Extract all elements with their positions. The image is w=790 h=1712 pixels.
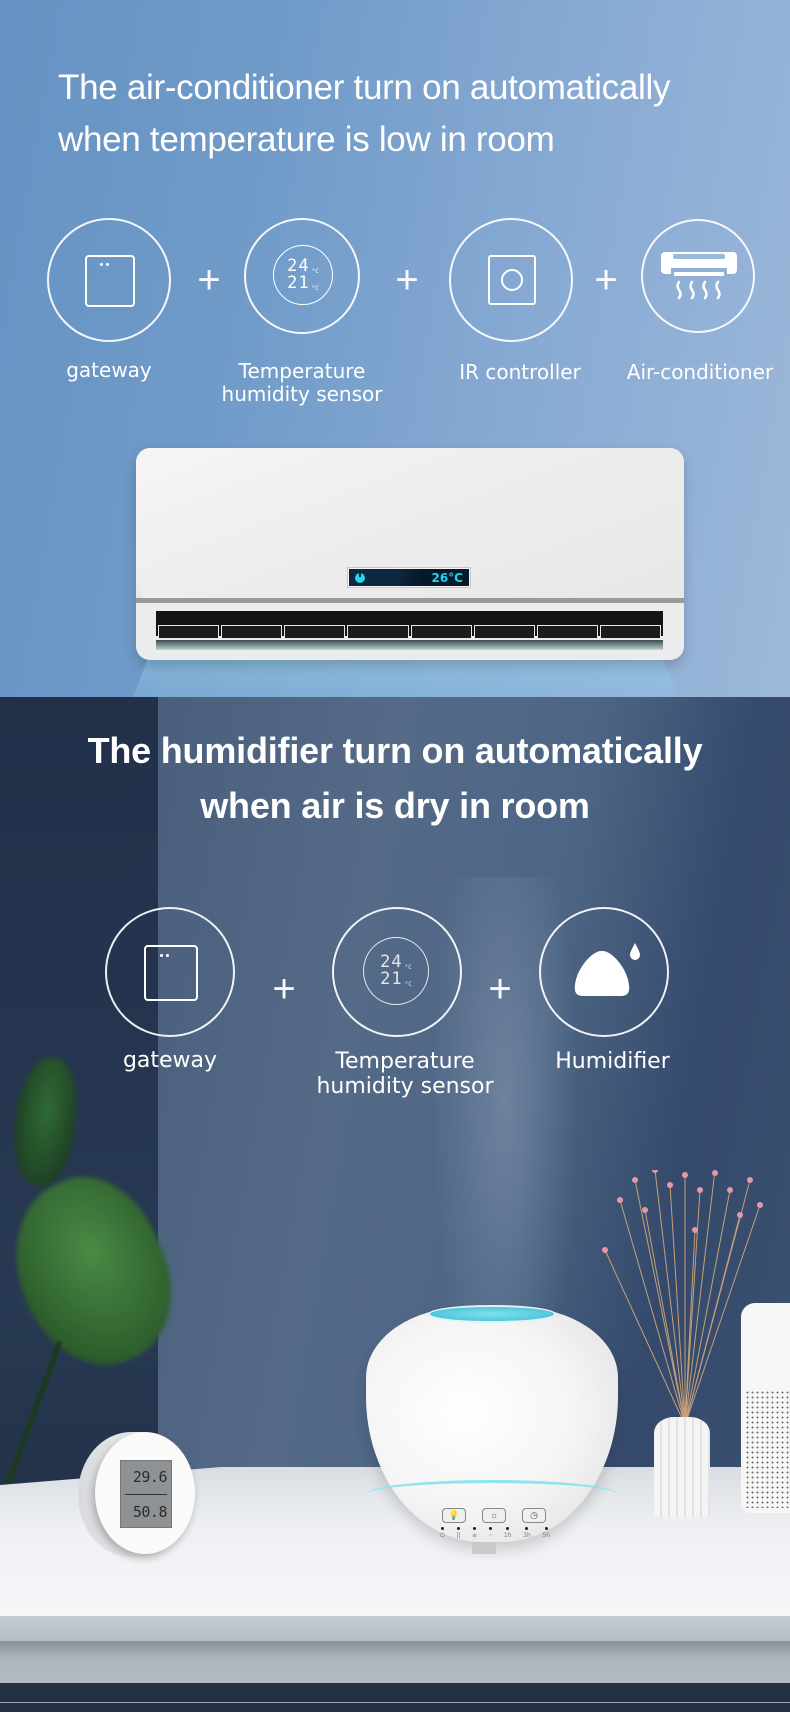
gateway-icon [85, 255, 135, 307]
plus-connector: + [594, 258, 618, 302]
cool-air-beam [133, 655, 678, 697]
plus-connector: + [272, 967, 296, 1011]
air-conditioner-scenario-section: The air-conditioner turn on automaticall… [0, 0, 790, 697]
temperature-humidity-sensor-icon: 24 °C 21 °C [363, 937, 429, 1005]
air-conditioner-device-circle [641, 219, 755, 333]
ac-louvers [158, 625, 661, 639]
temperature-humidity-sensor-icon: 24 °C 21 °C [273, 245, 333, 305]
plus-connector: + [395, 258, 419, 302]
gateway-device-circle [47, 218, 171, 342]
gateway-label: gateway [66, 358, 152, 382]
air-conditioner-icon [661, 252, 737, 300]
humidifier-indicators: ⏻ || ≡ ◦ 1h 3h 5h [440, 1527, 550, 1540]
humidifier-device-circle [539, 907, 669, 1037]
ir-controller-device-circle [449, 218, 573, 342]
sensor-device-circle: 24 °C 21 °C [244, 218, 360, 334]
air-conditioner-unit-illustration: 26°C [136, 448, 684, 660]
white-vase [654, 1417, 710, 1518]
timer-button[interactable]: ◷ [522, 1508, 546, 1523]
humidifier-control-panel: 💡 ☼ ◷ [442, 1508, 546, 1523]
ac-scenario-headline: The air-conditioner turn on automaticall… [58, 68, 671, 159]
ir-controller-label: IR controller [459, 360, 581, 384]
gateway-device-circle [105, 907, 235, 1037]
ac-temperature-display: 26°C [348, 568, 470, 587]
plus-connector: + [488, 967, 512, 1011]
ac-temperature-value: 26°C [431, 570, 463, 585]
air-conditioner-label: Air-conditioner [626, 360, 774, 384]
plus-connector: + [197, 258, 221, 302]
gateway-icon [144, 945, 198, 1001]
humidifier-mist-outlet [428, 1305, 556, 1323]
sensor-device-circle: 24 °C 21 °C [332, 907, 462, 1037]
light-button[interactable]: 💡 [442, 1508, 466, 1523]
sensor-lcd-display: 29.6 50.8 [120, 1460, 172, 1528]
brightness-button[interactable]: ☼ [482, 1508, 506, 1523]
humidifier-label: Humidifier [555, 1049, 670, 1074]
power-icon [355, 570, 365, 583]
sensor-label: Temperature humidity sensor [221, 359, 383, 406]
gateway-label: gateway [122, 1048, 218, 1073]
humidifier-scenario-headline: The humidifier turn on automatically whe… [87, 730, 703, 826]
sensor-label: Temperature humidity sensor [316, 1049, 494, 1099]
ir-controller-icon [488, 255, 536, 305]
humidifier-icon [574, 943, 640, 996]
